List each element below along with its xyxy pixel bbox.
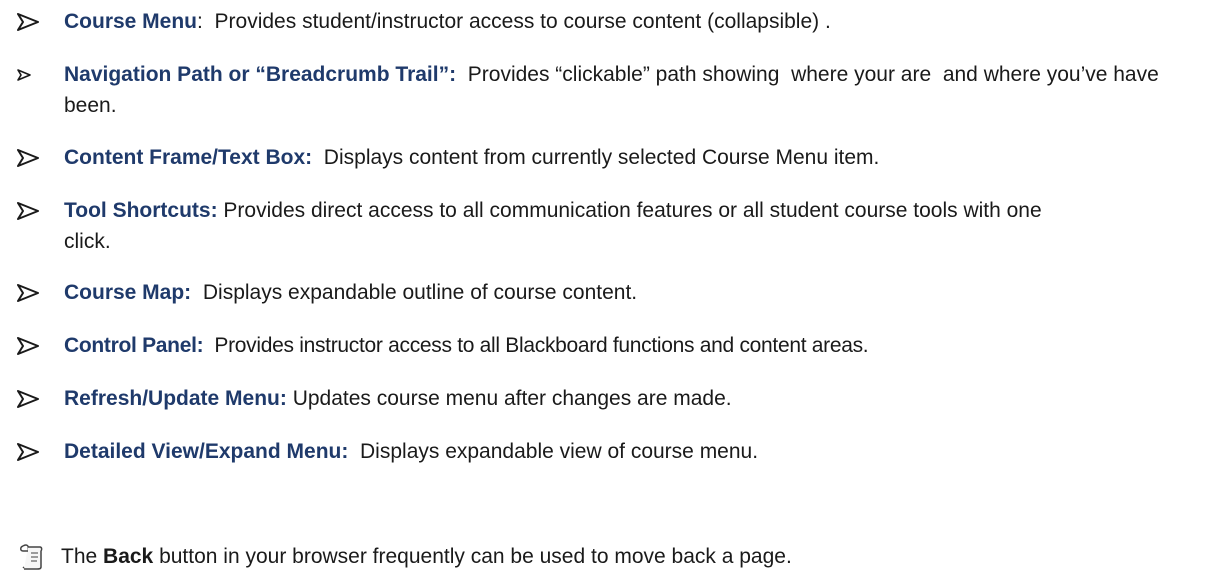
description: Displays expandable view of course menu. <box>348 440 759 463</box>
note-post: button in your browser frequently can be… <box>153 545 792 568</box>
term-label: Detailed View/Expand Menu: <box>64 440 349 463</box>
description: Displays expandable outline of course co… <box>191 281 638 304</box>
list-item-course-map: Course Map: Displays expandable outline … <box>17 277 1204 308</box>
document-page: Course Menu: Provides student/instructor… <box>0 0 1210 581</box>
term-label: Course Map: <box>64 281 192 304</box>
list-item-text: Refresh/Update Menu: Updates course menu… <box>64 383 1204 414</box>
note-paper-icon <box>17 543 47 571</box>
arrow-bullet-icon <box>17 142 64 173</box>
list-item-text: Content Frame/Text Box: Displays content… <box>64 142 1204 173</box>
term-label: Tool Shortcuts: <box>64 199 218 222</box>
arrow-bullet-icon <box>17 195 64 226</box>
arrow-bullet-icon <box>17 330 64 361</box>
arrow-bullet-icon <box>17 436 64 467</box>
description: Provides student/instructor access to co… <box>202 10 831 33</box>
list-item-refresh-update: Refresh/Update Menu: Updates course menu… <box>17 383 1204 414</box>
description: Updates course menu after changes are ma… <box>286 387 732 410</box>
list-item-text: Control Panel: Provides instructor acces… <box>64 330 1204 361</box>
term-label: Course Menu <box>64 10 198 33</box>
arrow-bullet-icon <box>17 383 64 414</box>
term-label: Content Frame/Text Box: <box>64 146 313 169</box>
back-button-note: The Back button in your browser frequent… <box>17 541 792 572</box>
list-item-text: Course Menu: Provides student/instructor… <box>64 6 1204 37</box>
term-label: Navigation Path or “Breadcrumb Trail”: <box>64 63 457 86</box>
list-item-navigation-path: Navigation Path or “Breadcrumb Trail”: P… <box>17 59 1204 121</box>
arrow-bullet-icon <box>17 6 64 37</box>
term-label: Refresh/Update Menu: <box>64 387 287 410</box>
list-item-control-panel: Control Panel: Provides instructor acces… <box>17 330 1204 361</box>
note-text: The Back button in your browser frequent… <box>61 541 792 572</box>
list-item-text: Detailed View/Expand Menu: Displays expa… <box>64 436 1204 467</box>
arrow-bullet-icon <box>17 59 64 90</box>
list-item-detailed-view: Detailed View/Expand Menu: Displays expa… <box>17 436 1204 467</box>
note-pre: The <box>61 545 104 568</box>
arrow-bullet-icon <box>17 277 64 308</box>
list-item-text: Tool Shortcuts: Provides direct access t… <box>64 195 1064 257</box>
list-item-text: Course Map: Displays expandable outline … <box>64 277 1204 308</box>
list-item-content-frame: Content Frame/Text Box: Displays content… <box>17 142 1204 173</box>
note-bold-back: Back <box>103 545 154 568</box>
description: Provides instructor access to all Blackb… <box>203 334 869 357</box>
list-item-tool-shortcuts: Tool Shortcuts: Provides direct access t… <box>17 195 1204 257</box>
list-item-text: Navigation Path or “Breadcrumb Trail”: P… <box>64 59 1204 121</box>
list-item-course-menu: Course Menu: Provides student/instructor… <box>17 6 1204 37</box>
term-label: Control Panel: <box>64 334 204 357</box>
description: Displays content from currently selected… <box>312 146 880 169</box>
